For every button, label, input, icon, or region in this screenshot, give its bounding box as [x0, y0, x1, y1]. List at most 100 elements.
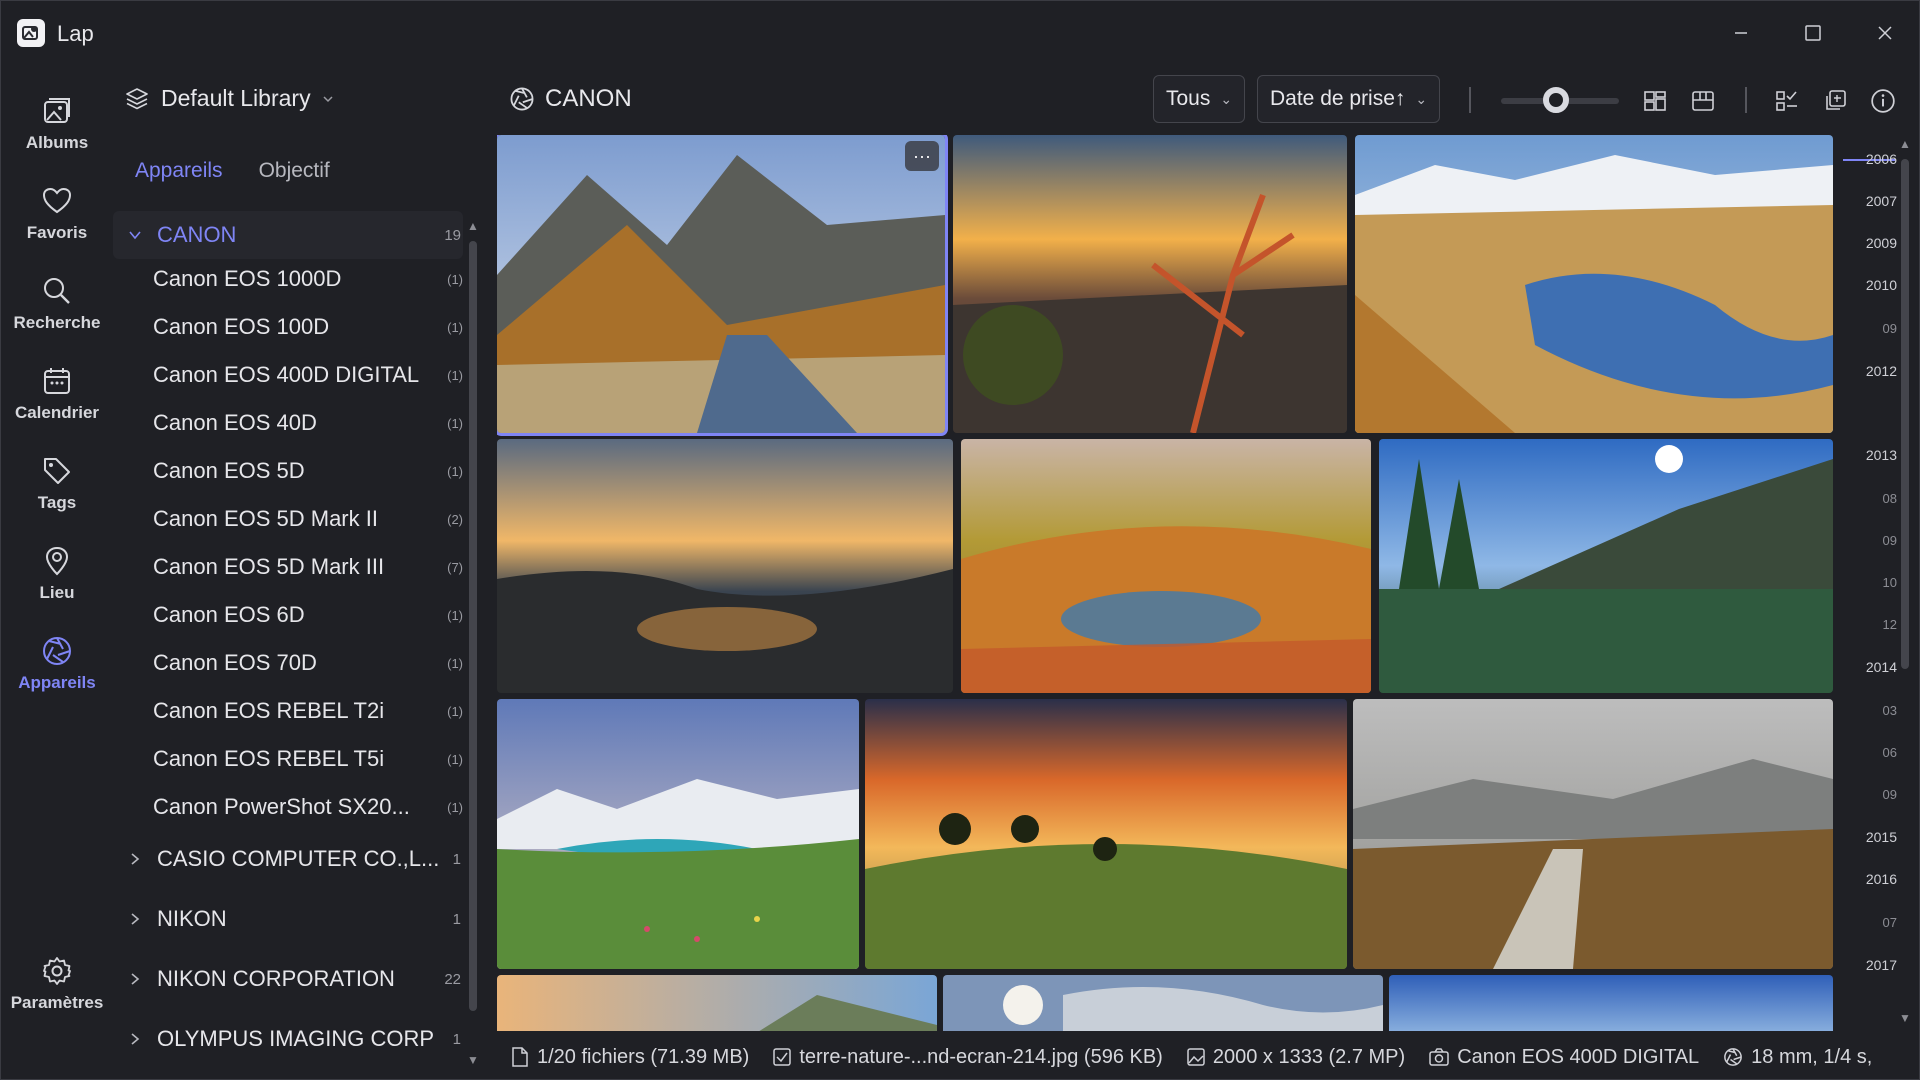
chevron-right-icon: [121, 911, 149, 927]
layout-grid-button[interactable]: [1687, 85, 1719, 117]
chevron-down-icon: ⌄: [1220, 90, 1233, 107]
rail-item-calendrier[interactable]: Calendrier: [1, 365, 113, 445]
aperture-icon: [43, 637, 71, 665]
timeline-label[interactable]: 2017: [1866, 957, 1897, 973]
scroll-up-arrow-icon[interactable]: ▲: [1899, 137, 1911, 151]
tree-item-camera[interactable]: Canon EOS 70D (1): [153, 639, 463, 687]
tree-item-camera[interactable]: Canon EOS 5D Mark III (7): [153, 543, 463, 591]
tree-item-camera[interactable]: Canon EOS 6D (1): [153, 591, 463, 639]
scroll-down-arrow-icon[interactable]: ▼: [1899, 1011, 1911, 1025]
timeline-label[interactable]: 2014: [1866, 659, 1897, 675]
photo-thumbnail[interactable]: [943, 975, 1383, 1031]
filter-dropdown[interactable]: Tous ⌄: [1153, 75, 1246, 123]
photo-thumbnail[interactable]: [497, 699, 859, 969]
minimize-button[interactable]: [1721, 15, 1761, 51]
timeline-label[interactable]: 09: [1883, 321, 1897, 336]
tree-group-olympus[interactable]: OLYMPUS IMAGING CORP 1: [113, 1015, 463, 1063]
timeline-label[interactable]: 12: [1883, 617, 1897, 632]
date-timeline[interactable]: 2006 2007 2009 2010 09 2012 2013 08 09 1…: [1837, 141, 1901, 1021]
timeline-label[interactable]: 2010: [1866, 277, 1897, 293]
tree-item-camera[interactable]: Canon EOS 400D DIGITAL (1): [153, 351, 463, 399]
tab-appareils[interactable]: Appareils: [135, 159, 223, 183]
tree-group-count: 1: [452, 910, 461, 928]
gear-icon: [43, 957, 71, 985]
main-scrollbar[interactable]: [1901, 159, 1909, 669]
timeline-label[interactable]: 2007: [1866, 193, 1897, 209]
more-options-button[interactable]: ···: [905, 141, 939, 171]
info-button[interactable]: [1867, 85, 1899, 117]
photo-thumbnail[interactable]: [497, 975, 937, 1031]
timeline-label[interactable]: 03: [1883, 703, 1897, 718]
rail-item-appareils[interactable]: Appareils: [1, 635, 113, 715]
maximize-icon: [1805, 25, 1821, 41]
timeline-label[interactable]: 09: [1883, 533, 1897, 548]
timeline-label[interactable]: 07: [1883, 915, 1897, 930]
timeline-label[interactable]: 08: [1883, 491, 1897, 506]
timeline-label[interactable]: 09: [1883, 787, 1897, 802]
tree-group-canon[interactable]: CANON 19: [113, 211, 463, 259]
rail-label-lieu: Lieu: [39, 583, 75, 602]
scroll-down-arrow-icon[interactable]: ▼: [467, 1053, 479, 1067]
camera-count: (1): [447, 463, 463, 479]
rail-item-tags[interactable]: Tags: [1, 455, 113, 535]
tree-item-camera[interactable]: Canon PowerShot SX20... (1): [153, 783, 463, 831]
maximize-button[interactable]: [1793, 15, 1833, 51]
photo-thumbnail[interactable]: [1355, 135, 1833, 433]
timeline-label[interactable]: 2016: [1866, 871, 1897, 887]
close-button[interactable]: [1865, 15, 1905, 51]
timeline-label[interactable]: 06: [1883, 745, 1897, 760]
zoom-slider-handle[interactable]: [1543, 87, 1569, 113]
app-logo-icon: [17, 19, 45, 47]
tree-item-camera[interactable]: Canon EOS 40D (1): [153, 399, 463, 447]
timeline-label[interactable]: 2009: [1866, 235, 1897, 251]
tree-item-camera[interactable]: Canon EOS 5D (1): [153, 447, 463, 495]
rail-item-favoris[interactable]: Favoris: [1, 185, 113, 265]
sidebar-scrollbar[interactable]: [469, 241, 477, 1011]
tab-objectif[interactable]: Objectif: [259, 159, 330, 183]
rail-label-recherche: Recherche: [13, 313, 101, 332]
rail-item-recherche[interactable]: Recherche: [1, 275, 113, 355]
timeline-label[interactable]: 2006: [1866, 151, 1897, 167]
photo-thumbnail[interactable]: [1389, 975, 1833, 1031]
photo-thumbnail[interactable]: [961, 439, 1371, 693]
library-selector[interactable]: Default Library: [125, 85, 347, 112]
tree-item-camera[interactable]: Canon EOS REBEL T5i (1): [153, 735, 463, 783]
camera-label: Canon PowerShot SX20...: [153, 794, 410, 819]
photo-grid: ···: [497, 135, 1833, 1031]
select-mode-button[interactable]: [1771, 85, 1803, 117]
tree-item-camera[interactable]: Canon EOS REBEL T2i (1): [153, 687, 463, 735]
file-icon: [512, 1047, 528, 1067]
timeline-label[interactable]: 2012: [1866, 363, 1897, 379]
landscape-photo-image: [865, 699, 1347, 969]
layers-icon: [126, 87, 148, 109]
main-header: CANON Tous ⌄ Date de prise↑ ⌄: [501, 71, 1920, 131]
scroll-up-arrow-icon[interactable]: ▲: [467, 219, 479, 233]
sort-dropdown[interactable]: Date de prise↑ ⌄: [1257, 75, 1441, 123]
status-camera-text: Canon EOS 400D DIGITAL: [1457, 1045, 1700, 1068]
photo-thumbnail[interactable]: [497, 439, 953, 693]
photo-thumbnail[interactable]: [1379, 439, 1833, 693]
compare-button[interactable]: [1819, 85, 1851, 117]
rail-item-albums[interactable]: Albums: [1, 95, 113, 175]
tree-item-camera[interactable]: Canon EOS 100D (1): [153, 303, 463, 351]
layout-justified-button[interactable]: [1639, 85, 1671, 117]
photo-thumbnail[interactable]: [865, 699, 1347, 969]
tree-item-camera[interactable]: Canon EOS 5D Mark II (2): [153, 495, 463, 543]
timeline-label[interactable]: 2013: [1866, 447, 1897, 463]
tree-item-camera[interactable]: Canon EOS 1000D (1): [153, 255, 463, 303]
landscape-photo-image: [1353, 699, 1833, 969]
rail-item-lieu[interactable]: Lieu: [1, 545, 113, 625]
close-icon: [1878, 26, 1892, 40]
rail-item-settings[interactable]: Paramètres: [1, 955, 113, 1035]
timeline-label[interactable]: 10: [1883, 575, 1897, 590]
tree-group-nikon-corporation[interactable]: NIKON CORPORATION 22: [113, 955, 463, 1003]
photo-thumbnail[interactable]: [1353, 699, 1833, 969]
photo-thumbnail[interactable]: [953, 135, 1347, 433]
tree-group-casio[interactable]: CASIO COMPUTER CO.,L... 1: [113, 835, 463, 883]
rail-label-settings: Paramètres: [10, 993, 104, 1012]
photo-thumbnail[interactable]: ···: [497, 135, 948, 436]
camera-label: Canon EOS 5D Mark III: [153, 554, 385, 579]
tree-group-nikon[interactable]: NIKON 1: [113, 895, 463, 943]
status-exposure-text: 18 mm, 1/4 s,: [1751, 1045, 1873, 1068]
timeline-label[interactable]: 2015: [1866, 829, 1897, 845]
